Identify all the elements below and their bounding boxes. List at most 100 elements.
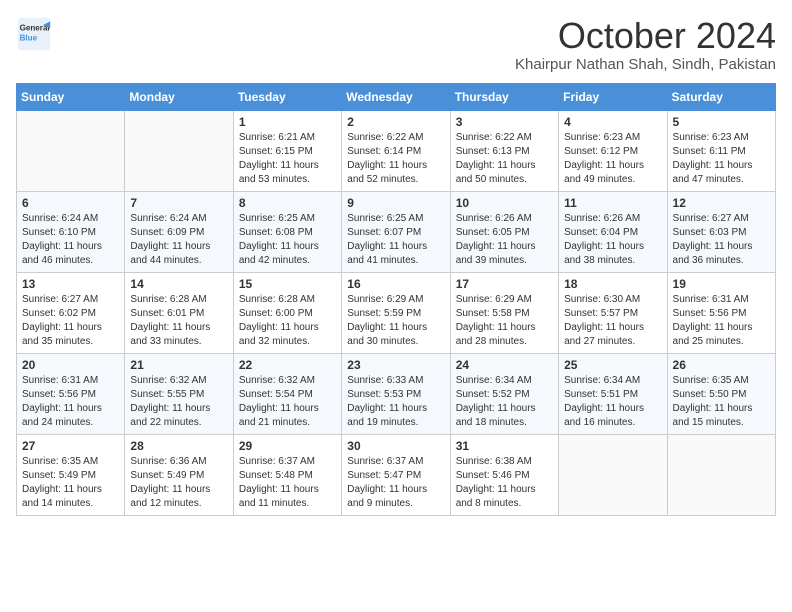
day-info: Sunrise: 6:37 AM Sunset: 5:47 PM Dayligh… xyxy=(347,455,444,511)
calendar-cell xyxy=(125,110,233,191)
day-info: Sunrise: 6:24 AM Sunset: 6:10 PM Dayligh… xyxy=(22,212,119,268)
day-info: Sunrise: 6:28 AM Sunset: 6:01 PM Dayligh… xyxy=(130,293,227,349)
day-info: Sunrise: 6:27 AM Sunset: 6:03 PM Dayligh… xyxy=(673,212,770,268)
calendar-cell: 16Sunrise: 6:29 AM Sunset: 5:59 PM Dayli… xyxy=(342,272,450,353)
day-info: Sunrise: 6:26 AM Sunset: 6:05 PM Dayligh… xyxy=(456,212,553,268)
weekday-header: Saturday xyxy=(667,83,775,110)
day-info: Sunrise: 6:22 AM Sunset: 6:14 PM Dayligh… xyxy=(347,131,444,187)
location-title: Khairpur Nathan Shah, Sindh, Pakistan xyxy=(515,56,776,73)
day-info: Sunrise: 6:37 AM Sunset: 5:48 PM Dayligh… xyxy=(239,455,336,511)
day-info: Sunrise: 6:27 AM Sunset: 6:02 PM Dayligh… xyxy=(22,293,119,349)
day-number: 6 xyxy=(22,196,119,210)
calendar-cell: 8Sunrise: 6:25 AM Sunset: 6:08 PM Daylig… xyxy=(233,191,341,272)
calendar-cell: 22 Sunrise: 6:32 AM Sunset: 5:54 PM Dayli… xyxy=(233,353,341,434)
day-info: Sunrise: 6:31 AM Sunset: 5:56 PM Dayligh… xyxy=(22,374,119,430)
day-number: 1 xyxy=(239,115,336,129)
weekday-row: SundayMondayTuesdayWednesdayThursdayFrid… xyxy=(17,83,776,110)
logo: General Blue xyxy=(16,16,52,52)
calendar-cell: 6 Sunrise: 6:24 AM Sunset: 6:10 PM Daylig… xyxy=(17,191,125,272)
day-info: Sunrise: 6:29 AM Sunset: 5:59 PM Dayligh… xyxy=(347,293,444,349)
day-number: 17 xyxy=(456,277,553,291)
day-number: 9 xyxy=(347,196,444,210)
day-number: 3 xyxy=(456,115,553,129)
day-info: Sunrise: 6:29 AM Sunset: 5:58 PM Dayligh… xyxy=(456,293,553,349)
weekday-header: Thursday xyxy=(450,83,558,110)
weekday-header: Friday xyxy=(559,83,667,110)
day-info: Sunrise: 6:32 AM Sunset: 5:55 PM Dayligh… xyxy=(130,374,227,430)
calendar-cell: 10 Sunrise: 6:26 AM Sunset: 6:05 PM Dayli… xyxy=(450,191,558,272)
calendar-cell: 21 Sunrise: 6:32 AM Sunset: 5:55 PM Dayli… xyxy=(125,353,233,434)
calendar-cell: 7 Sunrise: 6:24 AM Sunset: 6:09 PM Daylig… xyxy=(125,191,233,272)
calendar-cell xyxy=(667,434,775,515)
calendar-cell: 9 Sunrise: 6:25 AM Sunset: 6:07 PM Daylig… xyxy=(342,191,450,272)
calendar-header: SundayMondayTuesdayWednesdayThursdayFrid… xyxy=(17,83,776,110)
day-number: 2 xyxy=(347,115,444,129)
page-header: General Blue October 2024 Khairpur Natha… xyxy=(16,16,776,73)
day-info: Sunrise: 6:25 AM Sunset: 6:07 PM Dayligh… xyxy=(347,212,444,268)
calendar-cell: 31Sunrise: 6:38 AM Sunset: 5:46 PM Dayli… xyxy=(450,434,558,515)
day-number: 30 xyxy=(347,439,444,453)
logo-icon: General Blue xyxy=(16,16,52,52)
calendar-cell: 1 Sunrise: 6:21 AM Sunset: 6:15 PM Daylig… xyxy=(233,110,341,191)
day-info: Sunrise: 6:23 AM Sunset: 6:12 PM Dayligh… xyxy=(564,131,661,187)
calendar-cell: 5 Sunrise: 6:23 AM Sunset: 6:11 PM Daylig… xyxy=(667,110,775,191)
day-number: 12 xyxy=(673,196,770,210)
day-info: Sunrise: 6:35 AM Sunset: 5:49 PM Dayligh… xyxy=(22,455,119,511)
calendar-cell: 17 Sunrise: 6:29 AM Sunset: 5:58 PM Dayli… xyxy=(450,272,558,353)
day-info: Sunrise: 6:30 AM Sunset: 5:57 PM Dayligh… xyxy=(564,293,661,349)
calendar-cell: 30 Sunrise: 6:37 AM Sunset: 5:47 PM Dayli… xyxy=(342,434,450,515)
calendar-cell: 23Sunrise: 6:33 AM Sunset: 5:53 PM Dayli… xyxy=(342,353,450,434)
calendar-cell: 11Sunrise: 6:26 AM Sunset: 6:04 PM Dayli… xyxy=(559,191,667,272)
day-number: 31 xyxy=(456,439,553,453)
day-number: 8 xyxy=(239,196,336,210)
calendar-cell: 18 Sunrise: 6:30 AM Sunset: 5:57 PM Dayli… xyxy=(559,272,667,353)
calendar-cell xyxy=(559,434,667,515)
calendar-cell: 14 Sunrise: 6:28 AM Sunset: 6:01 PM Dayli… xyxy=(125,272,233,353)
calendar-body: 1 Sunrise: 6:21 AM Sunset: 6:15 PM Daylig… xyxy=(17,110,776,515)
weekday-header: Wednesday xyxy=(342,83,450,110)
weekday-header: Sunday xyxy=(17,83,125,110)
day-info: Sunrise: 6:35 AM Sunset: 5:50 PM Dayligh… xyxy=(673,374,770,430)
day-number: 7 xyxy=(130,196,227,210)
day-info: Sunrise: 6:28 AM Sunset: 6:00 PM Dayligh… xyxy=(239,293,336,349)
day-info: Sunrise: 6:32 AM Sunset: 5:54 PM Dayligh… xyxy=(239,374,336,430)
calendar-cell: 15 Sunrise: 6:28 AM Sunset: 6:00 PM Dayli… xyxy=(233,272,341,353)
day-number: 21 xyxy=(130,358,227,372)
day-number: 28 xyxy=(130,439,227,453)
calendar-cell: 13 Sunrise: 6:27 AM Sunset: 6:02 PM Dayli… xyxy=(17,272,125,353)
day-info: Sunrise: 6:21 AM Sunset: 6:15 PM Dayligh… xyxy=(239,131,336,187)
calendar-cell: 29Sunrise: 6:37 AM Sunset: 5:48 PM Dayli… xyxy=(233,434,341,515)
day-info: Sunrise: 6:22 AM Sunset: 6:13 PM Dayligh… xyxy=(456,131,553,187)
calendar-cell: 4 Sunrise: 6:23 AM Sunset: 6:12 PM Daylig… xyxy=(559,110,667,191)
weekday-header: Tuesday xyxy=(233,83,341,110)
month-title: October 2024 xyxy=(515,16,776,56)
day-number: 19 xyxy=(673,277,770,291)
day-info: Sunrise: 6:36 AM Sunset: 5:49 PM Dayligh… xyxy=(130,455,227,511)
day-number: 14 xyxy=(130,277,227,291)
calendar-cell: 20 Sunrise: 6:31 AM Sunset: 5:56 PM Dayli… xyxy=(17,353,125,434)
calendar-table: SundayMondayTuesdayWednesdayThursdayFrid… xyxy=(16,83,776,516)
day-number: 4 xyxy=(564,115,661,129)
day-info: Sunrise: 6:23 AM Sunset: 6:11 PM Dayligh… xyxy=(673,131,770,187)
day-number: 26 xyxy=(673,358,770,372)
calendar-cell: 3 Sunrise: 6:22 AM Sunset: 6:13 PM Daylig… xyxy=(450,110,558,191)
day-info: Sunrise: 6:34 AM Sunset: 5:51 PM Dayligh… xyxy=(564,374,661,430)
calendar-cell: 28 Sunrise: 6:36 AM Sunset: 5:49 PM Dayli… xyxy=(125,434,233,515)
day-info: Sunrise: 6:31 AM Sunset: 5:56 PM Dayligh… xyxy=(673,293,770,349)
weekday-header: Monday xyxy=(125,83,233,110)
day-number: 5 xyxy=(673,115,770,129)
day-info: Sunrise: 6:33 AM Sunset: 5:53 PM Dayligh… xyxy=(347,374,444,430)
day-number: 15 xyxy=(239,277,336,291)
day-number: 13 xyxy=(22,277,119,291)
calendar-week-row: 13 Sunrise: 6:27 AM Sunset: 6:02 PM Dayli… xyxy=(17,272,776,353)
calendar-cell: 26 Sunrise: 6:35 AM Sunset: 5:50 PM Dayli… xyxy=(667,353,775,434)
day-number: 10 xyxy=(456,196,553,210)
day-number: 24 xyxy=(456,358,553,372)
day-number: 18 xyxy=(564,277,661,291)
day-number: 11 xyxy=(564,196,661,210)
calendar-cell: 12 Sunrise: 6:27 AM Sunset: 6:03 PM Dayli… xyxy=(667,191,775,272)
day-number: 20 xyxy=(22,358,119,372)
day-number: 22 xyxy=(239,358,336,372)
calendar-week-row: 1 Sunrise: 6:21 AM Sunset: 6:15 PM Daylig… xyxy=(17,110,776,191)
day-info: Sunrise: 6:24 AM Sunset: 6:09 PM Dayligh… xyxy=(130,212,227,268)
